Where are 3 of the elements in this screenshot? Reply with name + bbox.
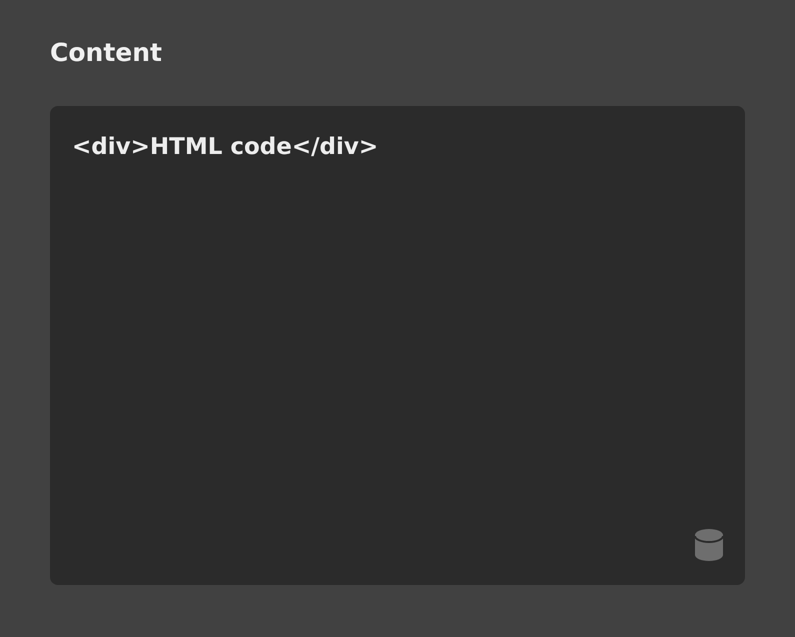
- code-field[interactable]: <div>HTML code</div>: [50, 106, 745, 585]
- database-icon[interactable]: [695, 529, 723, 561]
- section-title: Content: [50, 37, 163, 69]
